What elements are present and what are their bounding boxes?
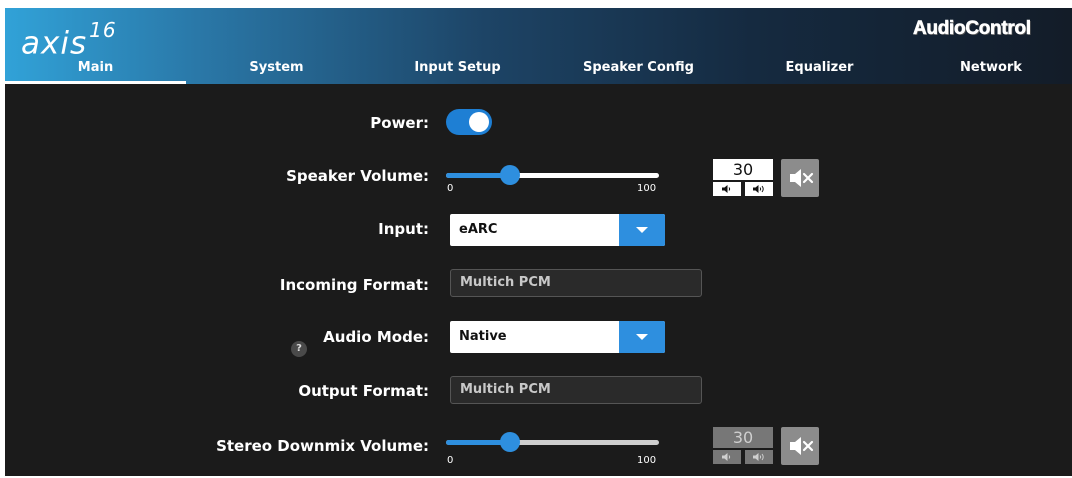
- incoming-format-label: Incoming Format:: [279, 276, 429, 294]
- volume-down-icon: [722, 185, 731, 193]
- speaker-volume-max: 100: [637, 183, 657, 194]
- input-select-arrow[interactable]: [619, 214, 665, 246]
- toggle-knob: [469, 112, 489, 132]
- power-label: Power:: [370, 114, 429, 132]
- speaker-volume-label: Speaker Volume:: [286, 167, 429, 185]
- volume-up-icon: [753, 453, 764, 461]
- chevron-down-icon: [636, 334, 648, 340]
- speaker-volume-thumb[interactable]: [500, 165, 520, 185]
- audio-mode-select-value: Native: [459, 329, 507, 344]
- header-bar: axis 16 AudioControl Main System Input Se…: [5, 8, 1072, 84]
- mute-icon: [790, 169, 814, 187]
- stereo-downmix-volume-box: 30: [713, 427, 773, 465]
- volume-up-icon: [753, 185, 764, 193]
- tab-network[interactable]: Network: [910, 60, 1072, 75]
- audio-mode-select-arrow[interactable]: [619, 321, 665, 353]
- input-select-value: eARC: [459, 222, 498, 237]
- app-window: axis 16 AudioControl Main System Input Se…: [5, 8, 1072, 476]
- volume-down-button[interactable]: [713, 182, 741, 196]
- output-format-label: Output Format:: [298, 382, 429, 400]
- downmix-volume-up-button[interactable]: [745, 450, 773, 464]
- volume-down-icon: [722, 453, 731, 461]
- brand-logo: AudioControl: [913, 18, 1032, 40]
- downmix-volume-down-button[interactable]: [713, 450, 741, 464]
- speaker-volume-min: 0: [447, 183, 454, 194]
- chevron-down-icon: [636, 227, 648, 233]
- power-toggle[interactable]: [446, 109, 492, 135]
- stereo-downmix-volume-slider[interactable]: [446, 440, 659, 445]
- stereo-downmix-volume-label: Stereo Downmix Volume:: [216, 437, 429, 455]
- output-format-field: Multich PCM: [450, 376, 702, 404]
- tab-main[interactable]: Main: [5, 60, 186, 75]
- input-select[interactable]: eARC: [450, 214, 665, 246]
- incoming-format-field: Multich PCM: [450, 269, 702, 297]
- stereo-downmix-volume-thumb[interactable]: [500, 432, 520, 452]
- help-icon[interactable]: ?: [291, 341, 307, 357]
- logo: axis 16: [21, 18, 117, 62]
- tab-speaker-config[interactable]: Speaker Config: [548, 60, 729, 75]
- tab-equalizer[interactable]: Equalizer: [729, 60, 910, 75]
- speaker-mute-button[interactable]: [781, 159, 819, 197]
- input-label: Input:: [378, 220, 429, 238]
- tab-system[interactable]: System: [186, 60, 367, 75]
- stereo-downmix-volume-min: 0: [447, 455, 454, 466]
- incoming-format-value: Multich PCM: [460, 275, 551, 290]
- volume-up-button[interactable]: [745, 182, 773, 196]
- speaker-volume-value[interactable]: 30: [713, 159, 773, 180]
- speaker-volume-box: 30: [713, 159, 773, 197]
- downmix-mute-button[interactable]: [781, 427, 819, 465]
- audio-mode-label: Audio Mode:: [323, 328, 429, 346]
- tab-input-setup[interactable]: Input Setup: [367, 60, 548, 75]
- active-tab-indicator: [5, 81, 186, 84]
- audio-mode-select[interactable]: Native: [450, 321, 665, 353]
- output-format-value: Multich PCM: [460, 382, 551, 397]
- stereo-downmix-volume-value[interactable]: 30: [713, 427, 773, 448]
- stereo-downmix-volume-max: 100: [637, 455, 657, 466]
- mute-icon: [790, 437, 814, 455]
- speaker-volume-slider[interactable]: [446, 173, 659, 178]
